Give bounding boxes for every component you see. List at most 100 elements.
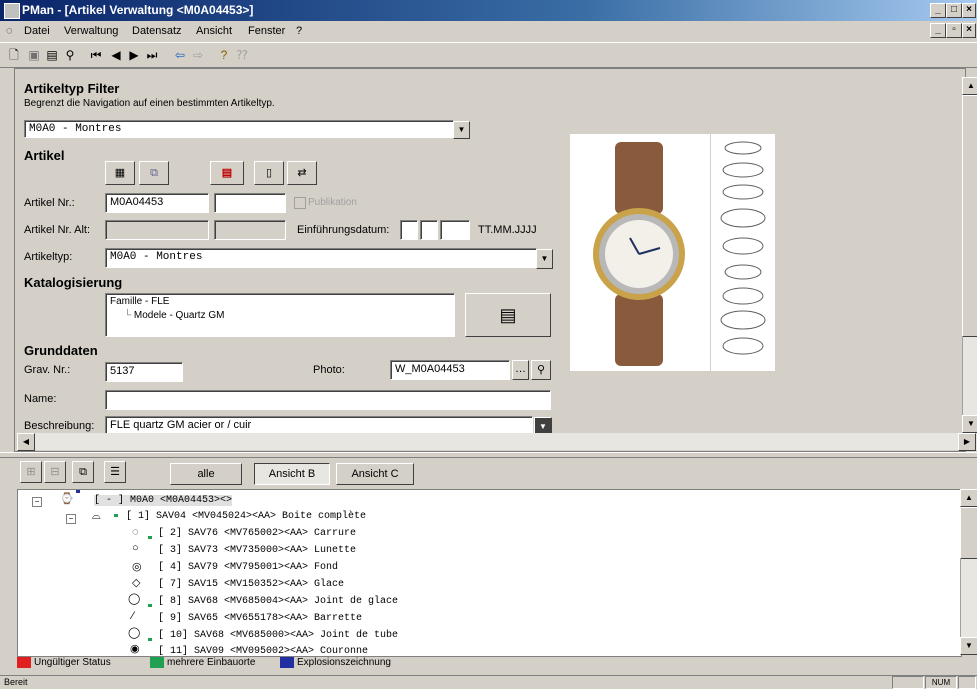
date-month-field[interactable] — [420, 220, 438, 240]
form-vertical-scrollbar[interactable]: ▲ ▼ — [962, 77, 977, 433]
mdi-restore-button[interactable]: ▫ — [946, 23, 962, 38]
part-icon: ◯ — [128, 627, 141, 639]
save-icon[interactable]: ▣ — [26, 47, 42, 63]
artikel-nr-alt-field[interactable] — [105, 220, 209, 240]
scroll-right-icon[interactable]: ▶ — [958, 433, 976, 451]
artikeltyp-filter-select[interactable]: M0A0 - Montres — [24, 120, 454, 138]
parts-tree[interactable]: − ⌚ [ - ] M0A0 <M0A04453><> − ⌓ [ 1] SAV… — [17, 489, 962, 657]
katalog-tree[interactable]: Famille - FLE └ Modele - Quartz GM — [105, 293, 455, 337]
scroll-thumb[interactable] — [962, 95, 977, 337]
artikeltyp-dropdown-arrow-icon[interactable]: ▼ — [536, 249, 553, 269]
tree-branch-icon: └ — [124, 310, 134, 321]
katalogisierung-heading: Katalogisierung — [24, 275, 123, 290]
scroll-left-icon[interactable]: ◀ — [17, 433, 35, 451]
grid-view-button[interactable]: ▦ — [105, 161, 135, 185]
legend-swatch-multi — [150, 657, 164, 668]
menu-fenster[interactable]: Fenster — [248, 25, 285, 37]
minimize-button[interactable]: _ — [930, 3, 946, 18]
tab-ansicht-c[interactable]: Ansicht C — [336, 463, 414, 485]
tree-row[interactable]: [ 7] SAV15 <MV150352><AA> Glace — [158, 579, 344, 590]
help-icon[interactable]: ? — [216, 47, 232, 63]
next-record-icon[interactable]: ▶ — [126, 47, 142, 63]
tree-vertical-scrollbar[interactable]: ▲ ▼ — [960, 489, 977, 655]
scroll-up-icon[interactable]: ▲ — [962, 77, 977, 95]
last-record-icon[interactable]: ⏭ — [144, 47, 160, 63]
name-field[interactable] — [105, 390, 551, 410]
artikel-nr-alt-suffix-field[interactable] — [214, 220, 286, 240]
date-year-field[interactable] — [440, 220, 470, 240]
watch-assembly-icon: ⌚ — [60, 493, 74, 505]
menu-help[interactable]: ? — [296, 25, 302, 37]
multi-location-marker — [148, 604, 152, 607]
back-arrow-icon[interactable]: ⇦ — [172, 47, 188, 63]
photo-search-icon[interactable]: ⚲ — [531, 360, 551, 380]
tree-scroll-up-icon[interactable]: ▲ — [960, 489, 977, 507]
forward-arrow-icon[interactable]: ⇨ — [190, 47, 206, 63]
date-day-field[interactable] — [400, 220, 418, 240]
tree-scroll-thumb[interactable] — [960, 507, 977, 559]
katalog-item-modele-label: Modele - Quartz GM — [133, 310, 225, 321]
beschreibung-label: Beschreibung: — [24, 420, 95, 432]
app-icon — [4, 3, 20, 19]
delete-icon[interactable]: ▤ — [44, 47, 60, 63]
record-button[interactable]: ▯ — [254, 161, 284, 185]
legend-swatch-explosion — [280, 657, 294, 668]
context-help-icon[interactable]: ⁇ — [234, 47, 250, 63]
mdi-minimize-button[interactable]: _ — [930, 23, 946, 38]
mdi-close-button[interactable]: × — [962, 23, 976, 38]
artikeltyp-label: Artikeltyp: — [24, 251, 73, 263]
filter-dropdown-arrow-icon[interactable]: ▼ — [453, 121, 470, 139]
tree-expand-icon[interactable]: ⊞ — [20, 461, 42, 483]
find-icon[interactable]: ⚲ — [62, 47, 78, 63]
tab-ansicht-b[interactable]: Ansicht B — [254, 463, 330, 485]
scroll-down-icon[interactable]: ▼ — [962, 415, 977, 433]
tree-collapse-toggle[interactable]: − — [32, 497, 42, 507]
tree-row[interactable]: [ 4] SAV79 <MV795001><AA> Fond — [158, 562, 338, 573]
form-horizontal-scrollbar[interactable]: ◀ ▶ — [17, 433, 977, 451]
photo-browse-button[interactable]: … — [512, 360, 529, 380]
menu-datensatz[interactable]: Datensatz — [132, 25, 182, 37]
copy-button[interactable]: ⧉ — [139, 161, 169, 185]
maximize-button[interactable]: □ — [946, 3, 962, 18]
tree-collapse-icon[interactable]: ⊟ — [44, 461, 66, 483]
tree-row[interactable]: [ 1] SAV04 <MV045024><AA> Boite complète — [126, 511, 366, 522]
photo-field[interactable]: W_M0A04453 — [390, 360, 510, 380]
title-bar: PMan - [Artikel Verwaltung <M0A04453>] _… — [0, 0, 977, 21]
menu-ansicht[interactable]: Ansicht — [196, 25, 232, 37]
tree-row[interactable]: [ 8] SAV68 <MV685004><AA> Joint de glace — [158, 596, 398, 607]
tree-row[interactable]: [ 9] SAV65 <MV655178><AA> Barrette — [158, 613, 362, 624]
legend-label-invalid: Ungültiger Status — [34, 657, 111, 668]
menu-datei[interactable]: Datei — [24, 25, 50, 37]
tab-alle[interactable]: alle — [170, 463, 242, 485]
artikeltyp-select[interactable]: M0A0 - Montres — [105, 248, 537, 268]
grav-nr-field[interactable]: 5137 — [105, 362, 183, 382]
tree-row[interactable]: [ 2] SAV76 <MV765002><AA> Carrure — [158, 528, 356, 539]
close-button[interactable]: × — [962, 3, 976, 18]
einfuehrungsdatum-label: Einführungsdatum: — [297, 224, 390, 236]
report-button[interactable]: ▤ — [210, 161, 244, 185]
katalog-item-modele[interactable]: └ Modele - Quartz GM — [110, 310, 450, 321]
tree-row[interactable]: [ 10] SAV68 <MV685000><AA> Joint de tube — [158, 630, 398, 641]
prev-record-icon[interactable]: ◀ — [108, 47, 124, 63]
tree-row[interactable]: [ 3] SAV73 <MV735000><AA> Lunette — [158, 545, 356, 556]
status-bar: Bereit NUM — [0, 675, 977, 689]
menu-verwaltung[interactable]: Verwaltung — [64, 25, 118, 37]
publikation-checkbox[interactable] — [294, 197, 306, 209]
legend-swatch-invalid — [17, 657, 31, 668]
doc-menu-icon[interactable]: ◌ — [6, 25, 13, 37]
publikation-label: Publikation — [308, 197, 357, 208]
new-icon[interactable]: 🗋 — [6, 47, 22, 63]
artikel-nr-field[interactable]: M0A04453 — [105, 193, 209, 213]
first-record-icon[interactable]: ⏮ — [88, 47, 104, 63]
tree-collapse-toggle-sav04[interactable]: − — [66, 514, 76, 524]
tree-row-root[interactable]: [ - ] M0A0 <M0A04453><> — [94, 495, 233, 506]
tree-scroll-down-icon[interactable]: ▼ — [960, 637, 977, 655]
part-icon: ○ — [132, 542, 139, 554]
tree-structure-icon[interactable]: ⧉ — [72, 461, 94, 483]
artikel-nr-suffix-field[interactable] — [214, 193, 286, 213]
tree-list-icon[interactable]: ☰ — [104, 461, 126, 483]
katalog-edit-button[interactable]: ▤ — [465, 293, 551, 337]
splitter[interactable] — [0, 452, 977, 458]
katalog-item-famille[interactable]: Famille - FLE — [110, 296, 450, 307]
link-button[interactable]: ⇄ — [287, 161, 317, 185]
